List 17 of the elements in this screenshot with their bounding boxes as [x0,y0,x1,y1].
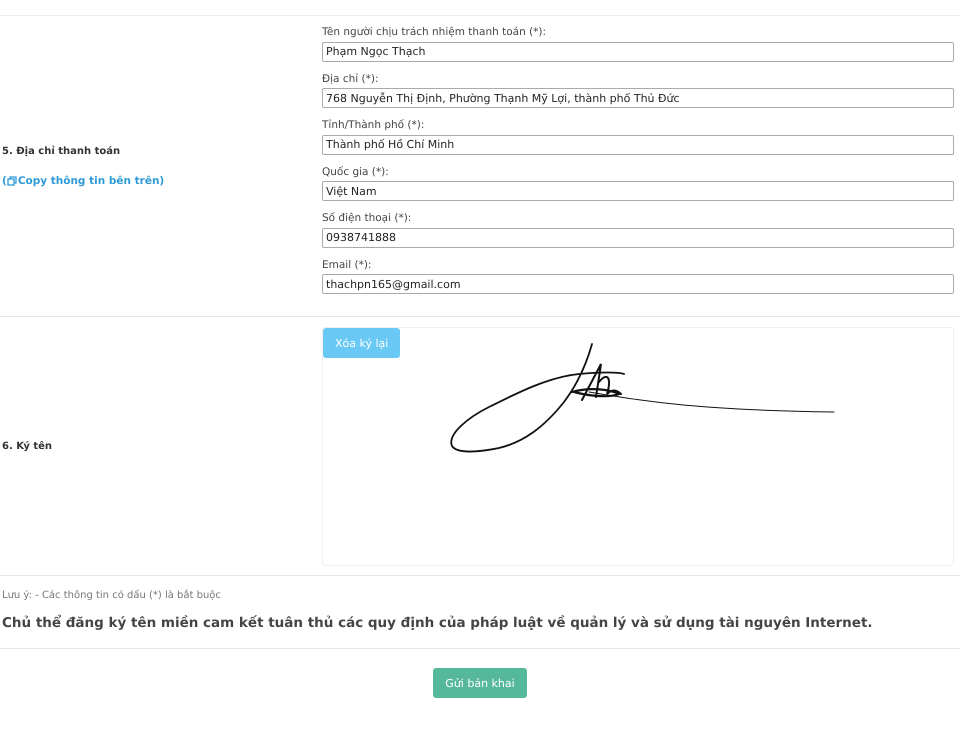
copy-icon [6,176,17,186]
input-field[interactable]: Việt Nam [322,181,954,201]
field-label: Tên người chịu trách nhiệm thanh toán (*): [322,26,548,38]
field-label: Tỉnh/Thành phố (*): [322,119,426,131]
field-label: Quốc gia (*): [322,166,390,178]
section-title: 6. Ký tên [2,441,54,452]
input-field[interactable]: Thành phố Hồ Chí Minh [322,134,954,154]
required-note: Lưu ý: - Các thông tin có dấu (*) là bắt buộc [1,588,222,601]
field-label: Địa chỉ (*): [322,72,380,84]
section-title: 5. Địa chỉ thanh toán [2,146,122,156]
input-field[interactable]: thachpn165@gmail.com [322,274,954,294]
field-label: Số điện thoại (*): [322,212,412,224]
commitment-statement: Chủ thể đăng ký tên miền cam kết tuân thủ các quy định của pháp luật về quản lý và sử dụng tài nguyên Internet. [0,601,960,649]
input-field[interactable]: Phạm Ngọc Thạch [322,42,954,62]
input-field[interactable]: 768 Nguyễn Thị Định, Phường Thạnh Mỹ Lợi, thành phố Thủ Đức [322,88,954,108]
field-label: Email (*): [322,258,372,270]
input-field[interactable]: 0938741888 [322,228,954,248]
